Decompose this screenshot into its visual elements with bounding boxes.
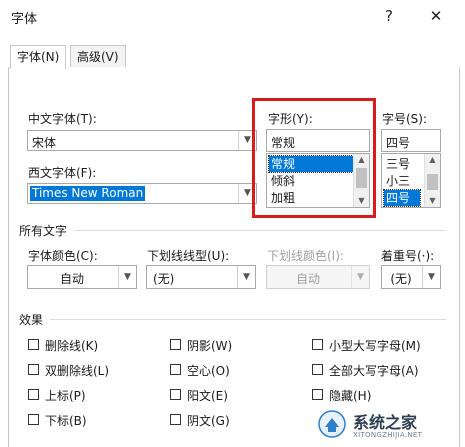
chevron-down-icon[interactable]: ▼ <box>118 266 136 288</box>
double-strikethrough-label[interactable]: 双删除线(L) <box>45 362 109 379</box>
size-option-small3[interactable]: 小三 <box>384 173 412 189</box>
hidden-checkbox[interactable] <box>312 389 323 400</box>
underline-style-combo[interactable]: (无) ▼ <box>146 265 256 289</box>
annotation-highlight-box <box>252 98 376 218</box>
scroll-down-icon[interactable]: ▼ <box>425 195 440 207</box>
strikethrough-checkbox[interactable] <box>28 339 39 350</box>
scroll-up-icon[interactable]: ▲ <box>425 154 440 166</box>
font-size-listbox[interactable]: 三号 小三 四号 ▲ ▼ <box>381 153 441 208</box>
underline-color-label: 下划线颜色(I): <box>267 249 344 263</box>
close-button[interactable]: ✕ <box>424 4 448 28</box>
chinese-font-value: 宋体 <box>32 136 57 150</box>
subscript-label[interactable]: 下标(B) <box>45 412 87 429</box>
engrave-checkbox[interactable] <box>170 414 181 425</box>
emphasis-mark-value: (无) <box>390 272 412 286</box>
underline-color-combo: 自动 ▼ <box>266 265 370 289</box>
tab-advanced[interactable]: 高级(V) <box>70 45 126 68</box>
emphasis-mark-label: 着重号(·): <box>381 249 435 263</box>
all-caps-label[interactable]: 全部大写字母(A) <box>329 362 419 379</box>
double-strikethrough-checkbox[interactable] <box>28 364 39 375</box>
hidden-label[interactable]: 隐藏(H) <box>329 387 371 404</box>
underline-color-value: 自动 <box>295 272 320 286</box>
emphasis-mark-combo[interactable]: (无) ▼ <box>381 265 441 289</box>
small-caps-checkbox[interactable] <box>312 339 323 350</box>
shadow-label[interactable]: 阴影(W) <box>187 337 232 354</box>
western-font-combo[interactable]: Times New Roman ▼ <box>27 183 257 204</box>
emboss-checkbox[interactable] <box>170 389 181 400</box>
chinese-font-combo[interactable]: 宋体 ▼ <box>27 130 257 151</box>
underline-style-value: (无) <box>153 272 175 286</box>
underline-style-label: 下划线线型(U): <box>147 249 230 263</box>
all-text-section-label: 所有文字 <box>19 224 68 238</box>
section-divider <box>74 230 446 231</box>
shadow-checkbox[interactable] <box>170 339 181 350</box>
engrave-label[interactable]: 阴文(G) <box>187 412 230 429</box>
size-option-3[interactable]: 三号 <box>384 156 412 172</box>
chinese-font-label: 中文字体(T): <box>28 112 97 126</box>
font-color-combo[interactable]: 自动 ▼ <box>27 265 137 289</box>
small-caps-label[interactable]: 小型大写字母(M) <box>329 337 421 354</box>
superscript-label[interactable]: 上标(P) <box>45 387 86 404</box>
dialog-title: 字体 <box>11 12 38 27</box>
emboss-label[interactable]: 阳文(E) <box>187 387 228 404</box>
font-size-label: 字号(S): <box>382 112 428 126</box>
chevron-down-icon[interactable]: ▼ <box>237 266 255 288</box>
font-color-label: 字体颜色(C): <box>28 249 98 263</box>
help-button[interactable]: ? <box>377 4 401 28</box>
font-size-value: 四号 <box>386 136 411 150</box>
western-font-label: 西文字体(F): <box>28 166 97 180</box>
strikethrough-label[interactable]: 删除线(K) <box>45 337 98 354</box>
outline-checkbox[interactable] <box>170 364 181 375</box>
superscript-checkbox[interactable] <box>28 389 39 400</box>
font-size-input[interactable]: 四号 <box>381 129 441 152</box>
tab-font[interactable]: 字体(N) <box>10 45 67 69</box>
font-color-value: 自动 <box>59 272 84 286</box>
title-bar: 字体 ? ✕ <box>0 0 465 32</box>
all-caps-checkbox[interactable] <box>312 364 323 375</box>
section-divider <box>50 319 446 320</box>
effects-section-label: 效果 <box>19 313 44 327</box>
chevron-down-icon: ▼ <box>351 266 369 288</box>
size-scrollbar[interactable]: ▲ ▼ <box>424 154 440 207</box>
chevron-down-icon[interactable]: ▼ <box>422 266 440 288</box>
outline-label[interactable]: 空心(O) <box>187 362 230 379</box>
watermark-url: XITONGZHIJIA.NET <box>353 431 423 439</box>
subscript-checkbox[interactable] <box>28 414 39 425</box>
site-watermark: 系统之家 XITONGZHIJIA.NET <box>311 405 461 445</box>
watermark-logo-icon <box>318 410 346 438</box>
scroll-thumb[interactable] <box>427 174 438 190</box>
watermark-brand: 系统之家 <box>353 413 418 432</box>
western-font-value: Times New Roman <box>30 186 146 201</box>
size-option-4[interactable]: 四号 <box>383 189 421 207</box>
